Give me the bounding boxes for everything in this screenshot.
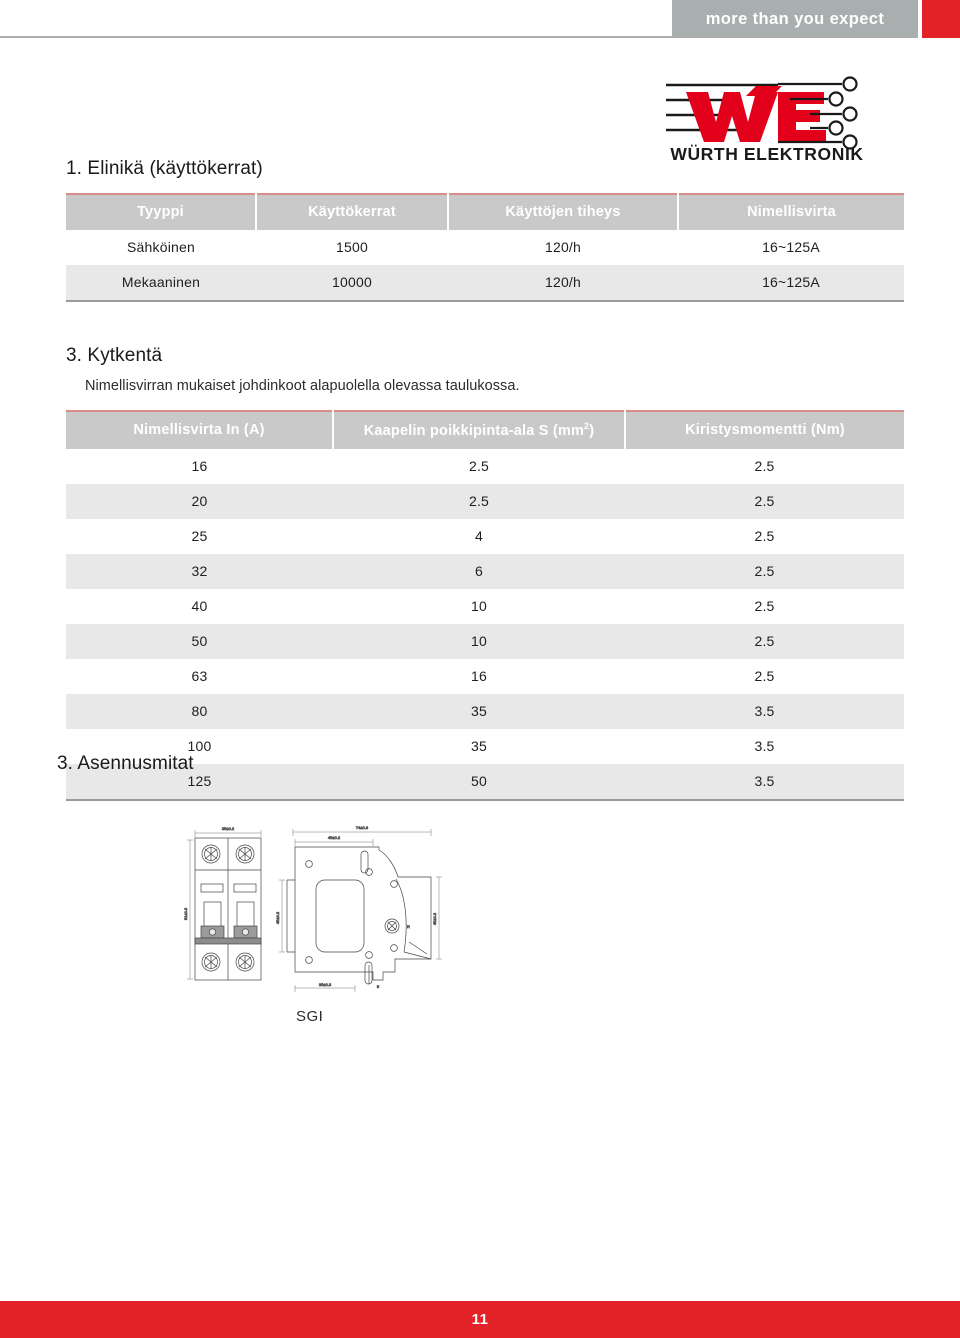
cell-kayttojen-tiheys: 120/h (448, 265, 678, 301)
section-heading-asennusmitat: 3. Asennusmitat (57, 753, 194, 774)
cell-poikkipinta-ala: 16 (333, 658, 625, 694)
logo-we-mark (686, 86, 826, 142)
wurth-elektronik-logo: WÜRTH ELEKTRONIK (660, 74, 875, 162)
table-row: 50 10 2.5 (66, 623, 904, 659)
cell-nimellisvirta: 20 (66, 483, 333, 519)
cell-kiristysmomentti: 3.5 (625, 693, 904, 729)
breaker-drawing-graphic: 35±0.2 81±0.3 74±0.3 45±0.2 R 45±0.3 45±… (183, 825, 442, 992)
logo-graphic: WÜRTH ELEKTRONIK (666, 76, 863, 162)
svg-text:45±0.2: 45±0.2 (328, 835, 341, 840)
table-row: Sähköinen 1500 120/h 16~125A (66, 230, 904, 265)
table-row: 16 2.5 2.5 (66, 448, 904, 484)
table-elinika: Tyyppi Käyttökerrat Käyttöjen tiheys Nim… (66, 193, 904, 302)
header-slogan-band: more than you expect (672, 0, 918, 38)
header-red-square (922, 0, 960, 38)
cell-nimellisvirta: 50 (66, 623, 333, 659)
footer-page-number: 11 (471, 1311, 489, 1328)
section-heading-elinika: 1. Elinikä (käyttökerrat) (66, 158, 263, 179)
cell-nimellisvirta: 63 (66, 658, 333, 694)
table-header-row: Tyyppi Käyttökerrat Käyttöjen tiheys Nim… (66, 194, 904, 230)
cell-kayttokerrat: 1500 (256, 230, 448, 265)
cell-poikkipinta-ala: 10 (333, 588, 625, 624)
header-slogan-text: more than you expect (705, 9, 885, 28)
svg-text:45±0.3: 45±0.3 (275, 911, 280, 924)
svg-text:74±0.3: 74±0.3 (356, 825, 369, 830)
column-header-nimellisvirta-in: Nimellisvirta In (A) (66, 411, 333, 449)
column-header-poikkipinta-ala-base: Kaapelin poikkipinta-ala S (mm (363, 422, 585, 439)
cell-poikkipinta-ala: 10 (333, 623, 625, 659)
section-subtext-kytkenta: Nimellisvirran mukaiset johdinkoot alapu… (85, 378, 520, 394)
column-header-kiristysmomentti: Kiristysmomentti (Nm) (624, 411, 904, 449)
table-row: 40 10 2.5 (66, 588, 904, 624)
table-kytkenta: Nimellisvirta In (A) Kaapelin poikkipint… (66, 410, 904, 801)
column-header-kayttokerrat: Käyttökerrat (255, 194, 448, 230)
cell-nimellisvirta: 32 (66, 553, 333, 589)
section-heading-kytkenta: 3. Kytkentä (66, 345, 163, 366)
table-row: 20 2.5 2.5 (66, 483, 904, 519)
cell-tyyppi: Mekaaninen (66, 265, 256, 301)
svg-text:45±0.3: 45±0.3 (432, 912, 437, 925)
installation-dimensions-drawing: 35±0.2 81±0.3 74±0.3 45±0.2 R 45±0.3 45±… (183, 822, 455, 1007)
svg-text:5: 5 (377, 984, 380, 989)
page-footer: 11 (0, 1301, 960, 1338)
svg-text:35±0.2: 35±0.2 (222, 826, 235, 831)
top-header-bar: more than you expect (0, 0, 960, 38)
column-header-tyyppi: Tyyppi (66, 194, 256, 230)
header-white-band (0, 0, 672, 38)
table-row: 80 35 3.5 (66, 693, 904, 729)
cell-nimellisvirta: 80 (66, 693, 333, 729)
cell-poikkipinta-ala: 35 (333, 728, 625, 764)
table-row: Mekaaninen 10000 120/h 16~125A (66, 265, 904, 301)
svg-text:R: R (407, 924, 410, 929)
table-row: 25 4 2.5 (66, 518, 904, 554)
logo-wordmark: WÜRTH ELEKTRONIK (670, 144, 863, 162)
cell-kiristysmomentti: 3.5 (625, 728, 904, 764)
cell-kayttokerrat: 10000 (256, 265, 448, 301)
cell-kiristysmomentti: 2.5 (625, 658, 904, 694)
cell-kiristysmomentti: 2.5 (625, 588, 904, 624)
table-kytkenta-body: 16 2.5 2.5 20 2.5 2.5 25 4 2.5 32 6 2.5 … (66, 448, 904, 800)
table-row: 63 16 2.5 (66, 658, 904, 694)
column-header-nimellisvirta: Nimellisvirta (677, 194, 904, 230)
cell-kayttojen-tiheys: 120/h (448, 230, 678, 265)
cell-nimellisvirta: 16~125A (678, 265, 904, 301)
cell-poikkipinta-ala: 6 (333, 553, 625, 589)
cell-poikkipinta-ala: 4 (333, 518, 625, 554)
column-header-poikkipinta-ala: Kaapelin poikkipinta-ala S (mm2) (332, 411, 625, 449)
cell-kiristysmomentti: 3.5 (625, 763, 904, 800)
cell-poikkipinta-ala: 2.5 (333, 448, 625, 484)
table-row: 32 6 2.5 (66, 553, 904, 589)
column-header-poikkipinta-ala-tail: ) (589, 422, 595, 439)
cell-nimellisvirta: 16~125A (678, 230, 904, 265)
svg-text:35±0.3: 35±0.3 (319, 982, 332, 987)
cell-tyyppi: Sähköinen (66, 230, 256, 265)
page: more than you expect WÜRTH ELEKTRONIK 1.… (0, 0, 960, 1338)
cell-nimellisvirta: 25 (66, 518, 333, 554)
svg-text:81±0.3: 81±0.3 (183, 907, 188, 920)
cell-kiristysmomentti: 2.5 (625, 483, 904, 519)
cell-kiristysmomentti: 2.5 (625, 553, 904, 589)
drawing-caption-sgi: SGI (296, 1008, 324, 1025)
cell-poikkipinta-ala: 2.5 (333, 483, 625, 519)
cell-nimellisvirta: 16 (66, 448, 333, 484)
cell-poikkipinta-ala: 35 (333, 693, 625, 729)
cell-nimellisvirta: 40 (66, 588, 333, 624)
cell-poikkipinta-ala: 50 (333, 763, 625, 800)
column-header-kayttojen-tiheys: Käyttöjen tiheys (447, 194, 678, 230)
cell-kiristysmomentti: 2.5 (625, 448, 904, 484)
table-header-row: Nimellisvirta In (A) Kaapelin poikkipint… (66, 411, 904, 449)
cell-kiristysmomentti: 2.5 (625, 623, 904, 659)
cell-kiristysmomentti: 2.5 (625, 518, 904, 554)
